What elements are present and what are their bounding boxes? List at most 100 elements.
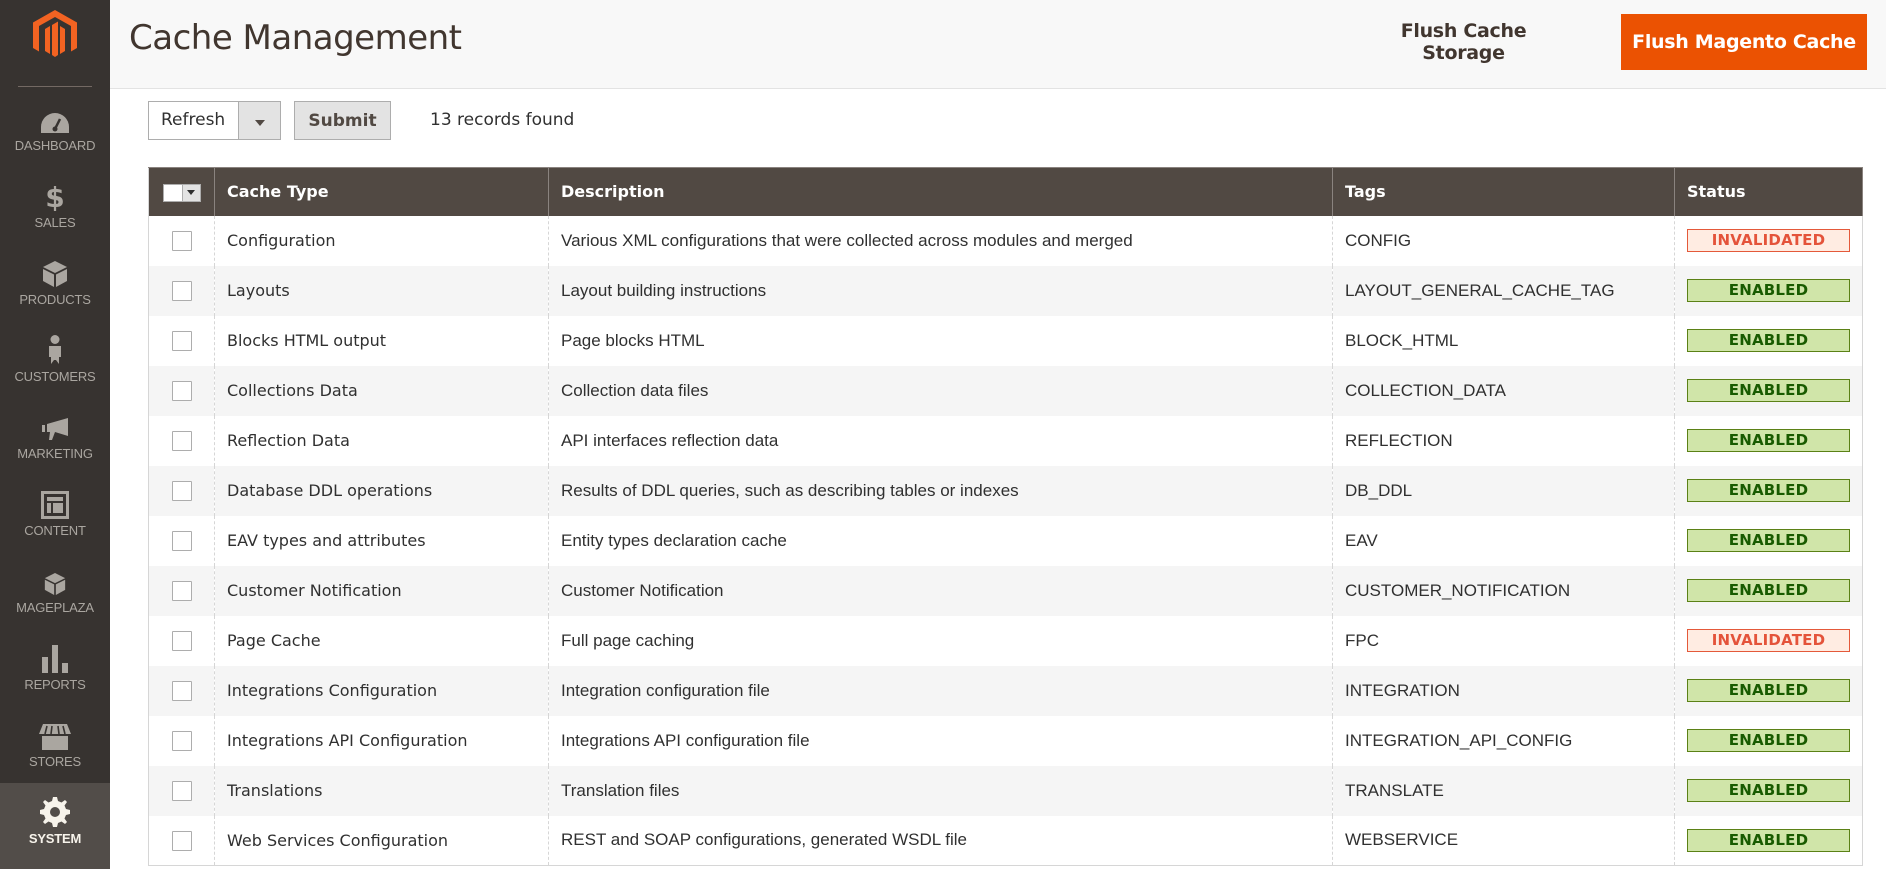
row-checkbox-cell	[148, 365, 215, 416]
tags-cell: INTEGRATION	[1332, 665, 1675, 716]
table-row[interactable]: Web Services Configuration REST and SOAP…	[148, 815, 1863, 866]
sidebar-item-products[interactable]: Products	[0, 254, 110, 332]
cache-type-cell: EAV types and attributes	[214, 515, 549, 566]
mass-select-header	[148, 167, 215, 216]
flush-cache-storage-button[interactable]: Flush Cache Storage	[1361, 14, 1566, 70]
table-row[interactable]: Page Cache Full page caching FPC INVALID…	[148, 615, 1863, 666]
table-row[interactable]: Translations Translation files TRANSLATE…	[148, 765, 1863, 816]
tags-cell: EAV	[1332, 515, 1675, 566]
sidebar-item-sales[interactable]: $ Sales	[0, 177, 110, 255]
tags-cell: WEBSERVICE	[1332, 815, 1675, 866]
row-checkbox[interactable]	[171, 580, 192, 601]
cache-type-cell: Database DDL operations	[214, 465, 549, 516]
table-row[interactable]: EAV types and attributes Entity types de…	[148, 515, 1863, 566]
sidebar-item-mageplaza[interactable]: Mageplaza	[0, 562, 110, 640]
description-cell: Various XML configurations that were col…	[548, 215, 1333, 266]
description-cell: Integrations API configuration file	[548, 715, 1333, 766]
tags-cell: INTEGRATION_API_CONFIG	[1332, 715, 1675, 766]
cache-grid: Cache Type Description Tags Status Confi…	[148, 167, 1863, 866]
column-header-tags[interactable]: Tags	[1332, 167, 1675, 216]
cache-type-cell: Configuration	[214, 215, 549, 266]
row-checkbox[interactable]	[171, 780, 192, 801]
row-checkbox[interactable]	[171, 230, 192, 251]
sidebar-item-content[interactable]: Content	[0, 485, 110, 563]
description-cell: API interfaces reflection data	[548, 415, 1333, 466]
records-count: 13 records found	[430, 110, 575, 130]
status-badge: ENABLED	[1687, 379, 1850, 402]
status-badge: ENABLED	[1687, 679, 1850, 702]
sidebar-item-dashboard[interactable]: Dashboard	[0, 100, 110, 178]
table-row[interactable]: Customer Notification Customer Notificat…	[148, 565, 1863, 616]
row-checkbox-cell	[148, 665, 215, 716]
sidebar-item-label: Customers	[14, 369, 96, 384]
table-row[interactable]: Reflection Data API interfaces reflectio…	[148, 415, 1863, 466]
mass-action-dropdown-toggle[interactable]	[238, 102, 280, 139]
row-checkbox[interactable]	[171, 730, 192, 751]
status-cell: ENABLED	[1674, 515, 1863, 566]
status-cell: INVALIDATED	[1674, 215, 1863, 266]
sidebar-item-marketing[interactable]: Marketing	[0, 408, 110, 486]
row-checkbox[interactable]	[171, 480, 192, 501]
table-row[interactable]: Collections Data Collection data files C…	[148, 365, 1863, 416]
status-cell: ENABLED	[1674, 565, 1863, 616]
box-icon	[44, 562, 66, 596]
mass-action-select[interactable]: Refresh	[148, 101, 281, 140]
status-cell: INVALIDATED	[1674, 615, 1863, 666]
submit-button[interactable]: Submit	[294, 101, 391, 140]
status-badge: ENABLED	[1687, 579, 1850, 602]
page-title: Cache Management	[129, 18, 462, 58]
status-badge: ENABLED	[1687, 779, 1850, 802]
status-badge: ENABLED	[1687, 429, 1850, 452]
column-header-status[interactable]: Status	[1674, 167, 1863, 216]
row-checkbox-cell	[148, 515, 215, 566]
table-row[interactable]: Layouts Layout building instructions LAY…	[148, 265, 1863, 316]
sidebar-item-label: Content	[24, 523, 86, 538]
sidebar-item-customers[interactable]: Customers	[0, 331, 110, 409]
status-badge: ENABLED	[1687, 479, 1850, 502]
cache-type-cell: Translations	[214, 765, 549, 816]
sidebar-item-label: Sales	[34, 215, 76, 230]
table-row[interactable]: Database DDL operations Results of DDL q…	[148, 465, 1863, 516]
table-row[interactable]: Configuration Various XML configurations…	[148, 215, 1863, 266]
flush-magento-cache-button[interactable]: Flush Magento Cache	[1621, 14, 1867, 70]
row-checkbox[interactable]	[171, 430, 192, 451]
person-icon	[47, 331, 63, 365]
select-all-checkbox[interactable]	[162, 183, 183, 202]
table-row[interactable]: Integrations Configuration Integration c…	[148, 665, 1863, 716]
mass-select-dropdown[interactable]	[182, 183, 201, 202]
table-row[interactable]: Blocks HTML output Page blocks HTML BLOC…	[148, 315, 1863, 366]
row-checkbox[interactable]	[171, 630, 192, 651]
description-cell: Layout building instructions	[548, 265, 1333, 316]
row-checkbox[interactable]	[171, 330, 192, 351]
description-cell: Page blocks HTML	[548, 315, 1333, 366]
status-badge: ENABLED	[1687, 279, 1850, 302]
row-checkbox-cell	[148, 815, 215, 866]
cache-type-cell: Integrations Configuration	[214, 665, 549, 716]
cache-type-cell: Reflection Data	[214, 415, 549, 466]
row-checkbox[interactable]	[171, 830, 192, 851]
tags-cell: FPC	[1332, 615, 1675, 666]
row-checkbox-cell	[148, 565, 215, 616]
status-cell: ENABLED	[1674, 365, 1863, 416]
row-checkbox[interactable]	[171, 530, 192, 551]
row-checkbox-cell	[148, 765, 215, 816]
layout-icon	[41, 485, 69, 519]
magento-logo[interactable]	[30, 8, 80, 60]
tags-cell: TRANSLATE	[1332, 765, 1675, 816]
description-cell: Full page caching	[548, 615, 1333, 666]
status-badge: INVALIDATED	[1687, 629, 1850, 652]
row-checkbox[interactable]	[171, 680, 192, 701]
mass-select-checkbox[interactable]	[162, 183, 201, 202]
sidebar-item-reports[interactable]: Reports	[0, 639, 110, 717]
description-cell: Integration configuration file	[548, 665, 1333, 716]
row-checkbox[interactable]	[171, 280, 192, 301]
storefront-icon	[39, 716, 71, 750]
tags-cell: CUSTOMER_NOTIFICATION	[1332, 565, 1675, 616]
table-row[interactable]: Integrations API Configuration Integrati…	[148, 715, 1863, 766]
row-checkbox[interactable]	[171, 380, 192, 401]
column-header-description[interactable]: Description	[548, 167, 1333, 216]
column-header-cache-type[interactable]: Cache Type	[214, 167, 549, 216]
cache-type-cell: Blocks HTML output	[214, 315, 549, 366]
status-cell: ENABLED	[1674, 315, 1863, 366]
sidebar-item-system[interactable]: System	[0, 783, 110, 869]
